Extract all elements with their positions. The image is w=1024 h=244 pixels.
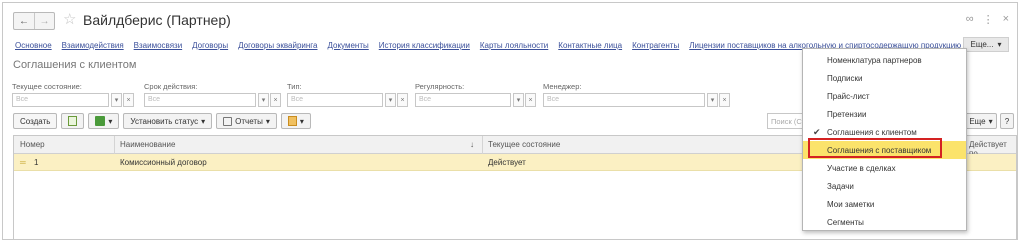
menu-item-label: Претензии bbox=[827, 110, 867, 119]
filter-term-clear[interactable]: × bbox=[270, 93, 281, 107]
column-divider bbox=[482, 136, 483, 154]
more-actions-button[interactable]: Еще ▾ bbox=[965, 113, 997, 129]
filter-label-type: Тип: bbox=[287, 82, 302, 91]
back-arrow-icon[interactable]: ← bbox=[14, 13, 34, 29]
section-title: Соглашения с клиентом bbox=[13, 59, 137, 71]
column-header-number[interactable]: Номер bbox=[20, 140, 45, 149]
create-button-label: Создать bbox=[20, 116, 51, 126]
filter-label-state: Текущее состояние: bbox=[12, 82, 82, 91]
filter-label-manager: Менеджер: bbox=[543, 82, 582, 91]
print-icon bbox=[223, 116, 233, 126]
title-bar: ← → ☆ Вайлдберис (Партнер) ∞ ⋮ × bbox=[3, 3, 1017, 33]
nav-link-contacts[interactable]: Контактные лица bbox=[558, 41, 622, 50]
create-button[interactable]: Создать bbox=[13, 113, 58, 129]
nav-link-main[interactable]: Основное bbox=[15, 41, 52, 50]
nav-more-label: Еще... bbox=[970, 40, 994, 49]
filter-state-dropdown[interactable]: ▾ bbox=[111, 93, 122, 107]
chevron-down-icon: ▾ bbox=[997, 40, 1002, 49]
nav-link-relations[interactable]: Взаимосвязи bbox=[134, 41, 183, 50]
help-button[interactable]: ? bbox=[1000, 113, 1014, 129]
window-title: Вайлдберис (Партнер) bbox=[83, 12, 231, 28]
menu-item-claims[interactable]: Претензии bbox=[803, 105, 966, 123]
sort-arrow-icon: ↓ bbox=[470, 140, 474, 149]
nav-link-documents[interactable]: Документы bbox=[328, 41, 369, 50]
filter-term-dropdown[interactable]: ▾ bbox=[258, 93, 269, 107]
reports-button[interactable]: Отчеты ▾ bbox=[216, 113, 277, 129]
close-icon[interactable]: × bbox=[1003, 13, 1009, 26]
chevron-down-icon: ▾ bbox=[299, 116, 304, 126]
set-status-label: Установить статус bbox=[130, 116, 199, 126]
window-controls: ∞ ⋮ × bbox=[966, 13, 1009, 26]
cell-name: Комиссионный договор bbox=[120, 158, 207, 167]
favorite-star-icon[interactable]: ☆ bbox=[63, 10, 76, 28]
menu-item-label: Сегменты bbox=[827, 218, 864, 227]
cell-number: 1 bbox=[34, 158, 39, 167]
chevron-down-icon: ▾ bbox=[988, 116, 993, 126]
create-based-on-button[interactable]: ▾ bbox=[88, 113, 120, 129]
menu-item-segments[interactable]: Сегменты bbox=[803, 213, 966, 231]
history-nav: ← → bbox=[13, 12, 55, 30]
filter-manager-input[interactable]: Все bbox=[543, 93, 705, 107]
set-status-button[interactable]: Установить статус ▾ bbox=[123, 113, 213, 129]
filter-regularity-clear[interactable]: × bbox=[525, 93, 536, 107]
column-header-name[interactable]: Наименование bbox=[120, 140, 175, 149]
attachment-icon bbox=[287, 116, 297, 126]
filter-state-input[interactable]: Все bbox=[12, 93, 109, 107]
chevron-down-icon: ▾ bbox=[265, 116, 270, 126]
filter-manager-dropdown[interactable]: ▾ bbox=[707, 93, 718, 107]
filter-regularity-dropdown[interactable]: ▾ bbox=[513, 93, 524, 107]
menu-item-label: Задачи bbox=[827, 182, 854, 191]
nav-link-counterparties[interactable]: Контрагенты bbox=[632, 41, 679, 50]
filter-manager-clear[interactable]: × bbox=[719, 93, 730, 107]
more-actions-label: Еще bbox=[969, 116, 986, 126]
forward-arrow-icon[interactable]: → bbox=[34, 13, 54, 29]
attach-button[interactable]: ▾ bbox=[280, 113, 311, 129]
menu-item-my-notes[interactable]: Мои заметки bbox=[803, 195, 966, 213]
column-divider bbox=[114, 136, 115, 154]
menu-item-partner-nomenclature[interactable]: Номенклатура партнеров bbox=[803, 51, 966, 69]
menu-item-label: Прайс-лист bbox=[827, 92, 870, 101]
document-icon bbox=[68, 116, 78, 126]
menu-item-tasks[interactable]: Задачи bbox=[803, 177, 966, 195]
create-based-icon bbox=[95, 116, 106, 126]
filter-term-input[interactable]: Все bbox=[144, 93, 256, 107]
nav-link-contracts[interactable]: Договоры bbox=[192, 41, 228, 50]
filter-state-clear[interactable]: × bbox=[123, 93, 134, 107]
copy-button[interactable] bbox=[61, 113, 85, 129]
menu-item-price-list[interactable]: Прайс-лист bbox=[803, 87, 966, 105]
search-input[interactable]: Поиск (Ctrl+F) bbox=[767, 113, 805, 129]
row-marker-icon: ═ bbox=[20, 158, 26, 167]
filter-label-regularity: Регулярность: bbox=[415, 82, 465, 91]
menu-item-label: Соглашения с клиентом bbox=[827, 128, 917, 137]
filter-type-dropdown[interactable]: ▾ bbox=[385, 93, 396, 107]
nav-more-button[interactable]: Еще... ▾ bbox=[963, 37, 1009, 52]
more-vert-icon[interactable]: ⋮ bbox=[983, 13, 994, 26]
toolbar: Создать ▾ Установить статус ▾ Отчеты ▾ ▾ bbox=[13, 113, 311, 129]
highlight-box bbox=[808, 138, 942, 158]
filter-label-term: Срок действия: bbox=[144, 82, 198, 91]
menu-item-label: Участие в сделках bbox=[827, 164, 896, 173]
link-icon[interactable]: ∞ bbox=[966, 13, 974, 26]
chevron-down-icon: ▾ bbox=[201, 116, 206, 126]
reports-label: Отчеты bbox=[235, 116, 263, 126]
column-header-state[interactable]: Текущее состояние bbox=[488, 140, 560, 149]
chevron-down-icon: ▾ bbox=[108, 116, 113, 126]
nav-link-loyalty-cards[interactable]: Карты лояльности bbox=[480, 41, 548, 50]
nav-link-classification-history[interactable]: История классификации bbox=[379, 41, 470, 50]
cell-state: Действует bbox=[488, 158, 526, 167]
filter-type-input[interactable]: Все bbox=[287, 93, 383, 107]
menu-item-label: Номенклатура партнеров bbox=[827, 56, 922, 65]
menu-item-deal-participation[interactable]: Участие в сделках bbox=[803, 159, 966, 177]
nav-link-interactions[interactable]: Взаимодействия bbox=[62, 41, 124, 50]
checkmark-icon: ✔ bbox=[813, 127, 821, 137]
filter-type-clear[interactable]: × bbox=[397, 93, 408, 107]
nav-link-acquiring[interactable]: Договоры эквайринга bbox=[238, 41, 317, 50]
menu-item-subscriptions[interactable]: Подписки bbox=[803, 69, 966, 87]
filter-regularity-input[interactable]: Все bbox=[415, 93, 511, 107]
menu-item-label: Мои заметки bbox=[827, 200, 875, 209]
menu-item-label: Подписки bbox=[827, 74, 863, 83]
